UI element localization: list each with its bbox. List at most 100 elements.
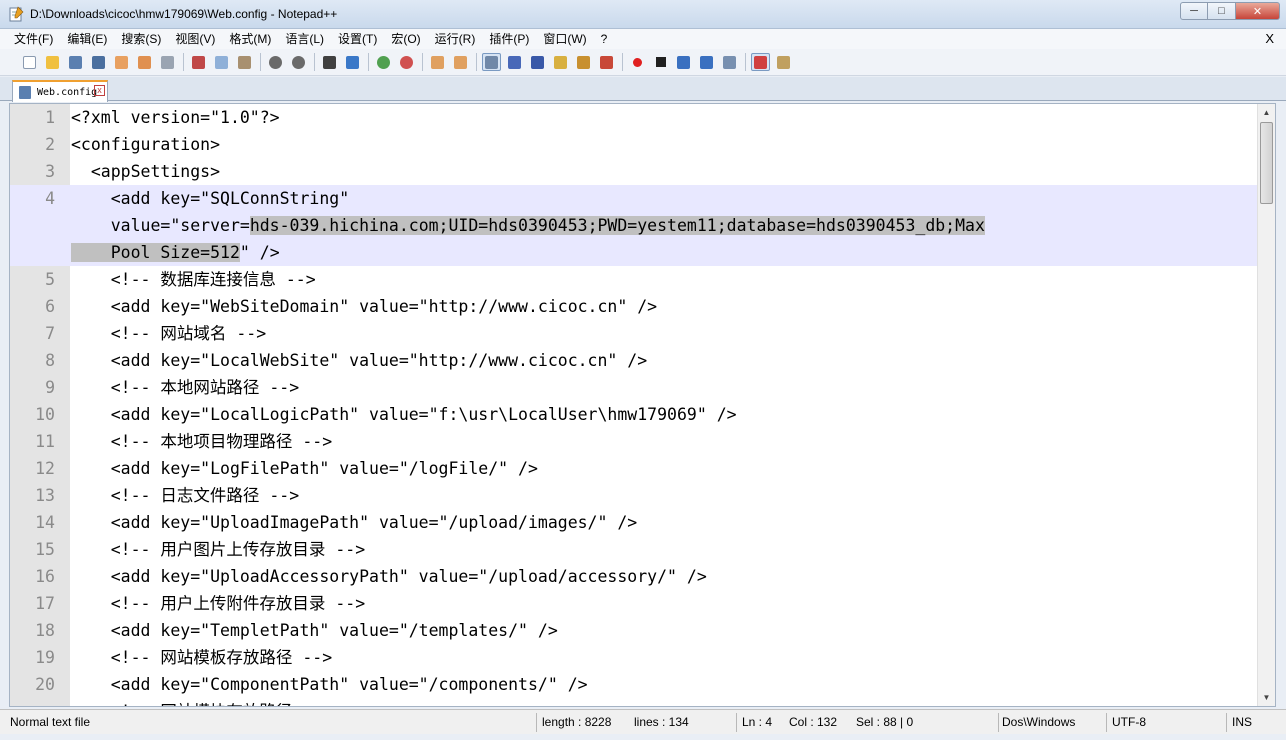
status-col: Col : 132: [789, 715, 838, 729]
code-text: <add key="LocalLogicPath" value="f:\usr\…: [71, 405, 737, 424]
save-icon[interactable]: [66, 53, 85, 71]
code-line: Pool Size=512" />: [10, 239, 1257, 266]
scroll-up-icon[interactable]: ▲: [1258, 104, 1275, 121]
spell-check-icon[interactable]: [751, 53, 770, 71]
title-bar: D:\Downloads\cicoc\hmw179069\Web.config …: [0, 0, 1286, 29]
close-icon[interactable]: [112, 53, 131, 71]
menu-window[interactable]: 窗口(W): [536, 29, 593, 49]
code-line: 6 <add key="WebSiteDomain" value="http:/…: [10, 293, 1257, 320]
vertical-scrollbar[interactable]: ▲ ▼: [1257, 104, 1275, 706]
status-mode: INS: [1232, 715, 1253, 729]
line-number: 17: [35, 594, 55, 613]
toolbar-separator: [476, 53, 477, 71]
code-line: 20 <add key="ComponentPath" value="/comp…: [10, 671, 1257, 698]
open-file-icon[interactable]: [43, 53, 62, 71]
cut-icon[interactable]: [189, 53, 208, 71]
scrollbar-thumb[interactable]: [1260, 122, 1273, 204]
line-number: 9: [45, 378, 55, 397]
window-title: D:\Downloads\cicoc\hmw179069\Web.config …: [30, 7, 338, 21]
menu-run[interactable]: 运行(R): [428, 29, 483, 49]
line-number: 18: [35, 621, 55, 640]
stop-macro-icon[interactable]: [651, 53, 670, 71]
code-text: <add key="SQLConnString": [71, 189, 350, 208]
close-document-button[interactable]: X: [1265, 31, 1274, 46]
code-line: 11 <!-- 本地项目物理路径 -->: [10, 428, 1257, 455]
menu-format[interactable]: 格式(M): [222, 29, 278, 49]
toolbar-separator: [183, 53, 184, 71]
code-line: 10 <add key="LocalLogicPath" value="f:\u…: [10, 401, 1257, 428]
close-all-icon[interactable]: [135, 53, 154, 71]
user-lang-icon[interactable]: [551, 53, 570, 71]
run-multiple-macro-icon[interactable]: [697, 53, 716, 71]
maximize-button[interactable]: □: [1208, 2, 1236, 20]
tab-close-icon[interactable]: x: [94, 85, 105, 96]
status-bar: Normal text file length : 8228 lines : 1…: [0, 709, 1286, 734]
menu-help[interactable]: ?: [594, 29, 615, 49]
copy-icon[interactable]: [212, 53, 231, 71]
save-macro-icon[interactable]: [720, 53, 739, 71]
status-divider: [736, 713, 737, 732]
code-line: 2 <configuration>: [10, 131, 1257, 158]
code-text: Pool Size=512" />: [71, 239, 280, 266]
save-all-icon[interactable]: [89, 53, 108, 71]
zoom-out-icon[interactable]: [397, 53, 416, 71]
status-divider: [1106, 713, 1107, 732]
find-icon[interactable]: [320, 53, 339, 71]
tab-bar: Web.config x: [0, 77, 1286, 102]
sync-v-icon[interactable]: [428, 53, 447, 71]
toolbar-separator: [314, 53, 315, 71]
menu-search[interactable]: 搜索(S): [114, 29, 168, 49]
status-encoding: UTF-8: [1112, 715, 1146, 729]
code-text: <add key="TempletPath" value="/templates…: [71, 621, 558, 640]
code-line: 9 <!-- 本地网站路径 -->: [10, 374, 1257, 401]
scroll-down-icon[interactable]: ▼: [1258, 689, 1275, 706]
show-all-chars-icon[interactable]: [505, 53, 524, 71]
new-file-icon[interactable]: [20, 53, 39, 71]
menu-edit[interactable]: 编辑(E): [60, 29, 114, 49]
code-text: <!-- 网站模板存放路径 -->: [71, 648, 333, 667]
menu-settings[interactable]: 设置(T): [331, 29, 384, 49]
print-icon[interactable]: [158, 53, 177, 71]
menu-plugins[interactable]: 插件(P): [482, 29, 536, 49]
doc-map-icon[interactable]: [574, 53, 593, 71]
code-line: 5 <!-- 数据库连接信息 -->: [10, 266, 1257, 293]
code-text: <!-- 日志文件路径 -->: [71, 486, 300, 505]
line-number: 16: [35, 567, 55, 586]
code-text: <!-- 数据库连接信息 -->: [71, 270, 316, 289]
word-wrap-icon[interactable]: [482, 53, 501, 71]
code-segment: value="server=: [71, 216, 250, 235]
code-text: <add key="UploadAccessoryPath" value="/u…: [71, 567, 707, 586]
menu-view[interactable]: 视图(V): [168, 29, 222, 49]
status-ln: Ln : 4: [742, 715, 773, 729]
toolbar-separator: [260, 53, 261, 71]
code-line: value="server=hds-039.hichina.com;UID=hd…: [10, 212, 1257, 239]
line-number: 6: [45, 297, 55, 316]
play-macro-icon[interactable]: [674, 53, 693, 71]
sync-h-icon[interactable]: [451, 53, 470, 71]
line-number: 10: [35, 405, 55, 424]
menu-file[interactable]: 文件(F): [0, 29, 60, 49]
editor[interactable]: 1 <?xml version="1.0"?> 2 <configuration> 3 …: [9, 103, 1276, 707]
zoom-in-icon[interactable]: [374, 53, 393, 71]
menu-macro[interactable]: 宏(O): [384, 29, 427, 49]
code-text: <add key="ComponentPath" value="/compone…: [71, 675, 588, 694]
tab-web-config[interactable]: Web.config x: [12, 80, 108, 102]
notepad-app-icon: [9, 6, 24, 22]
redo-icon[interactable]: [289, 53, 308, 71]
minimize-button[interactable]: ─: [1180, 2, 1208, 20]
spell-options-icon[interactable]: [774, 53, 793, 71]
code-text: <add key="WebSiteDomain" value="http://w…: [71, 297, 658, 316]
paste-icon[interactable]: [235, 53, 254, 71]
function-list-icon[interactable]: [597, 53, 616, 71]
status-divider: [1226, 713, 1227, 732]
record-macro-icon[interactable]: [628, 53, 647, 71]
undo-icon[interactable]: [266, 53, 285, 71]
close-window-button[interactable]: ✕: [1236, 2, 1280, 20]
code-segment: " />: [239, 243, 280, 262]
toolbar-separator: [422, 53, 423, 71]
selected-text: Pool Size=512: [71, 243, 240, 262]
indent-guide-icon[interactable]: [528, 53, 547, 71]
toolbar-separator: [622, 53, 623, 71]
menu-language[interactable]: 语言(L): [278, 29, 331, 49]
replace-icon[interactable]: [343, 53, 362, 71]
